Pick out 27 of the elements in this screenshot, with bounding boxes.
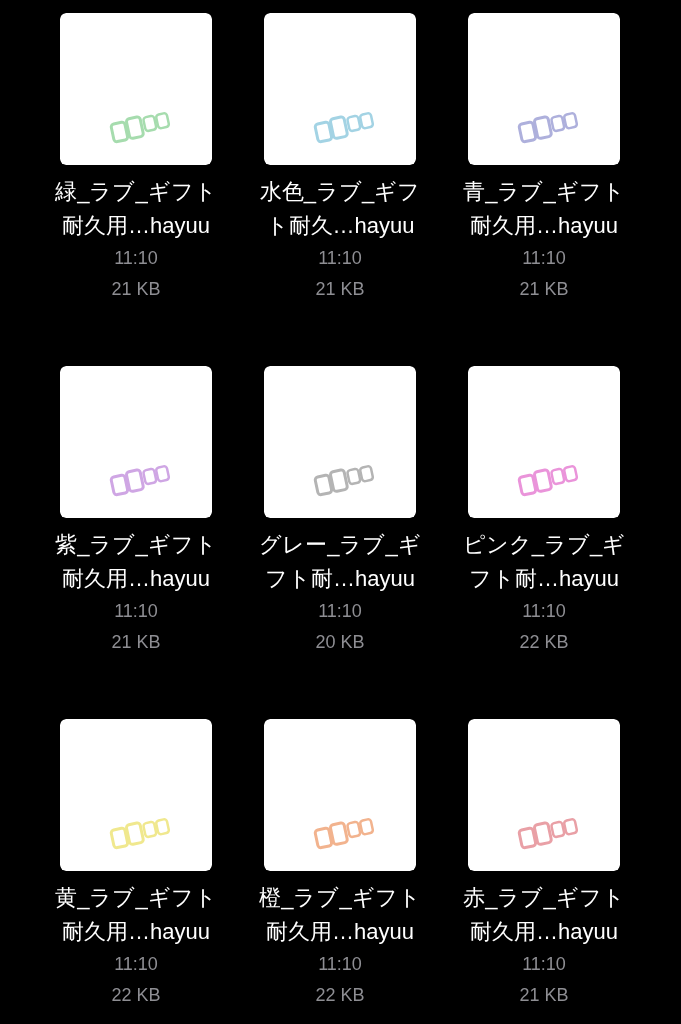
file-name: 黄_ラブ_ギフト 耐久用…hayuu [55, 884, 217, 946]
file-name: 橙_ラブ_ギフト 耐久用…hayuu [259, 884, 421, 946]
file-size: 21 KB [519, 984, 569, 1007]
file-time: 11:10 [318, 600, 362, 623]
file-time: 11:10 [114, 247, 158, 270]
file-name: 緑_ラブ_ギフト 耐久用…hayuu [55, 178, 217, 240]
file-time: 11:10 [522, 600, 566, 623]
file-name: 紫_ラブ_ギフト 耐久用…hayuu [55, 531, 217, 593]
file-size: 21 KB [315, 278, 365, 301]
file-time: 11:10 [114, 953, 158, 976]
file-size: 21 KB [111, 278, 161, 301]
file-name: グレー_ラブ_ギ フト耐…hayuu [259, 531, 421, 593]
file-time: 11:10 [318, 247, 362, 270]
file-time: 11:10 [114, 600, 158, 623]
file-time: 11:10 [522, 247, 566, 270]
file-name: 青_ラブ_ギフト 耐久用…hayuu [463, 178, 625, 240]
file-size: 22 KB [519, 631, 569, 654]
file-size: 22 KB [111, 984, 161, 1007]
file-name: 赤_ラブ_ギフト 耐久用…hayuu [463, 884, 625, 946]
file-size: 21 KB [519, 278, 569, 301]
file-time: 11:10 [522, 953, 566, 976]
file-size: 21 KB [111, 631, 161, 654]
file-size: 20 KB [315, 631, 365, 654]
file-size: 22 KB [315, 984, 365, 1007]
file-name: ピンク_ラブ_ギ フト耐…hayuu [462, 531, 626, 593]
file-time: 11:10 [318, 953, 362, 976]
file-name: 水色_ラブ_ギフ ト耐久…hayuu [259, 178, 421, 240]
